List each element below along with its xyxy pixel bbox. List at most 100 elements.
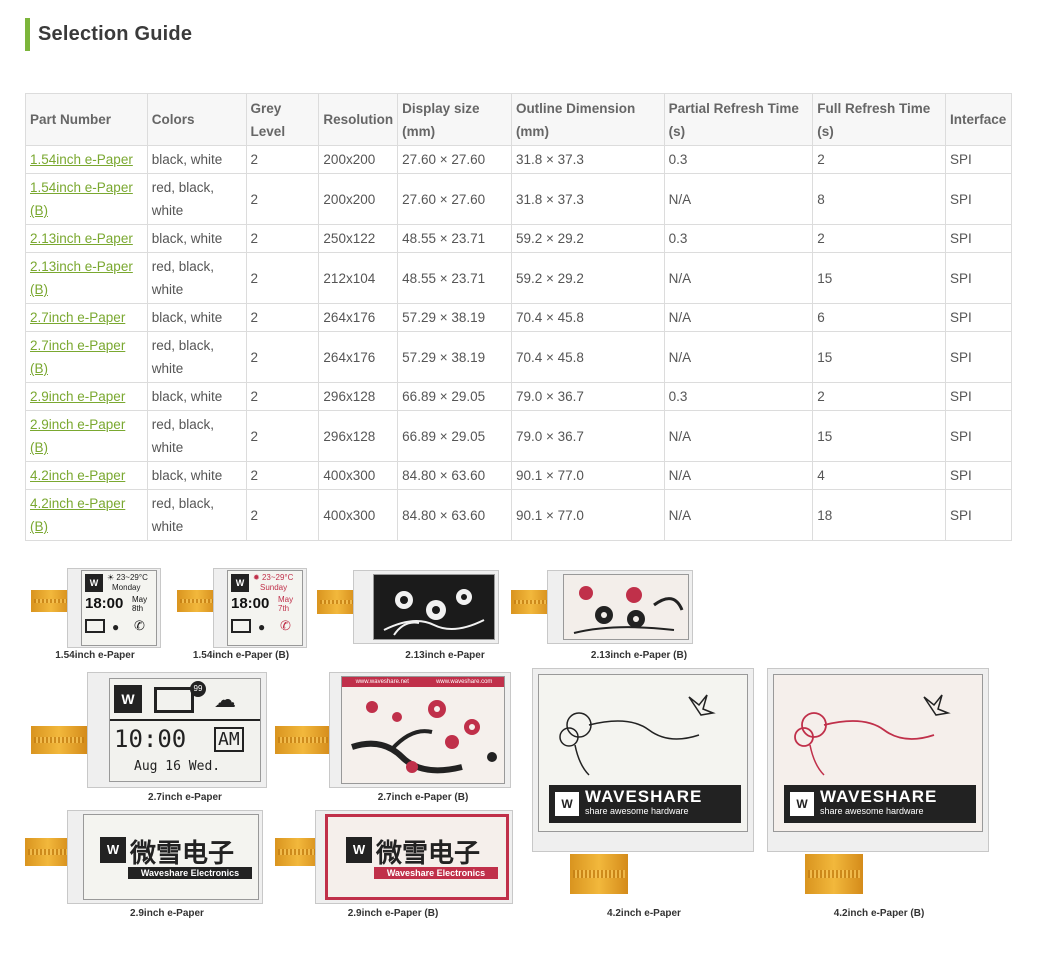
header-full-refresh: Full Refresh Time (s) — [812, 93, 946, 146]
cell-outline: 59.2 × 29.2 — [510, 224, 665, 253]
english-brand-bar: Waveshare Electronics — [128, 867, 252, 879]
cell-partial: 0.3 — [663, 224, 814, 253]
cell-outline: 79.0 × 36.7 — [510, 382, 665, 411]
product-gallery: W ☀ 23~29°C Monday 18:00 May 8th ● ✆ 1.54… — [25, 560, 1015, 940]
time-label: 18:00 — [231, 595, 270, 612]
date-label: May 7th — [278, 595, 294, 613]
cell-interface: SPI — [944, 145, 1013, 174]
cell-part: 4.2inch e-Paper — [25, 461, 148, 490]
epaper-screen — [373, 574, 495, 640]
cell-display-size: 84.80 × 63.60 — [397, 489, 512, 541]
cell-part: 1.54inch e-Paper (B) — [25, 173, 148, 225]
part-link[interactable]: 1.54inch e-Paper — [30, 152, 133, 167]
cell-outline: 90.1 × 77.0 — [510, 489, 665, 541]
cell-display-size: 57.29 × 38.19 — [397, 331, 512, 383]
part-link[interactable]: 2.13inch e-Paper (B) — [30, 259, 133, 297]
day-label: Monday — [112, 583, 141, 592]
cell-outline: 79.0 × 36.7 — [510, 410, 665, 462]
cell-colors: red, black, white — [146, 410, 247, 462]
cell-outline: 70.4 × 45.8 — [510, 303, 665, 332]
cell-display-size: 48.55 × 23.71 — [397, 252, 512, 304]
cell-full: 15 — [812, 331, 946, 383]
cell-outline: 59.2 × 29.2 — [510, 252, 665, 304]
cell-part: 2.7inch e-Paper (B) — [25, 331, 148, 383]
cell-resolution: 200x200 — [318, 173, 399, 225]
phone-icon: ✆ — [134, 618, 145, 633]
table-row: 1.54inch e-Paper black, white 2 200x200 … — [25, 145, 1013, 174]
product-2-7-epaper-b-image: www.waveshare.net www.waveshare.com 2.7in… — [275, 670, 515, 808]
cell-grey: 2 — [245, 410, 320, 462]
cell-grey: 2 — [245, 252, 320, 304]
plum-blossom-illustration — [351, 700, 497, 774]
fpc-cable — [570, 854, 628, 894]
waveshare-logo-icon: W — [114, 685, 142, 713]
cell-part: 1.54inch e-Paper — [25, 145, 148, 174]
cell-grey: 2 — [245, 382, 320, 411]
table-row: 2.13inch e-Paper (B) red, black, white 2 2… — [25, 252, 1013, 304]
part-link[interactable]: 2.7inch e-Paper — [30, 310, 125, 325]
cell-interface: SPI — [944, 173, 1013, 225]
tagline-label: share awesome hardware — [820, 806, 924, 816]
fpc-cable — [31, 726, 87, 754]
cell-resolution: 264x176 — [318, 303, 399, 332]
cell-partial: 0.3 — [663, 382, 814, 411]
wechat-icon: ● — [258, 620, 266, 634]
cell-part: 2.13inch e-Paper (B) — [25, 252, 148, 304]
cell-colors: red, black, white — [146, 173, 247, 225]
phone-icon: ✆ — [280, 618, 291, 633]
cell-full: 2 — [812, 382, 946, 411]
part-link[interactable]: 2.9inch e-Paper (B) — [30, 417, 125, 455]
chinese-brand-label: 微雪电子 — [376, 839, 481, 869]
cell-outline: 90.1 × 77.0 — [510, 461, 665, 490]
epaper-screen: www.waveshare.net www.waveshare.com — [341, 676, 505, 784]
part-link[interactable]: 2.13inch e-Paper — [30, 231, 133, 246]
table-row: 2.13inch e-Paper black, white 2 250x122 … — [25, 224, 1013, 253]
cell-interface: SPI — [944, 410, 1013, 462]
cell-colors: black, white — [146, 303, 247, 332]
cell-grey: 2 — [245, 224, 320, 253]
cell-resolution: 250x122 — [318, 224, 399, 253]
table-header-row: Part Number Colors Grey Level Resolution … — [25, 93, 1013, 146]
epaper-screen: W WAVESHARE share awesome hardware — [538, 674, 748, 832]
caption: 1.54inch e-Paper (B) — [192, 650, 290, 661]
cell-interface: SPI — [944, 489, 1013, 541]
cell-display-size: 57.29 × 38.19 — [397, 303, 512, 332]
cell-partial: N/A — [663, 489, 814, 541]
ampm-label: AM — [214, 727, 244, 752]
epaper-screen: W 99 ☁ 10:00 AM Aug 16 Wed. — [109, 678, 261, 782]
caption: 4.2inch e-Paper — [607, 908, 681, 919]
lotus-flower-illustration — [573, 586, 684, 634]
header-interface: Interface — [944, 93, 1013, 146]
table-row: 2.9inch e-Paper black, white 2 296x128 6… — [25, 382, 1013, 411]
epaper-screen — [563, 574, 689, 640]
part-link[interactable]: 2.9inch e-Paper — [30, 389, 125, 404]
table-row: 4.2inch e-Paper (B) red, black, white 2 40… — [25, 489, 1013, 541]
brand-label: WAVESHARE — [820, 787, 938, 806]
date-label: Aug 16 Wed. — [134, 759, 221, 774]
page-title: Selection Guide — [38, 23, 193, 45]
cell-colors: red, black, white — [146, 331, 247, 383]
cell-resolution: 296x128 — [318, 410, 399, 462]
lotus-flower-illustration — [383, 589, 485, 636]
caption: 2.9inch e-Paper (B) — [347, 908, 439, 919]
part-link[interactable]: 1.54inch e-Paper (B) — [30, 180, 133, 218]
cell-partial: N/A — [663, 410, 814, 462]
header-resolution: Resolution — [318, 93, 399, 146]
brand-label: WAVESHARE — [585, 787, 703, 806]
part-link[interactable]: 4.2inch e-Paper — [30, 468, 125, 483]
cell-part: 4.2inch e-Paper (B) — [25, 489, 148, 541]
cell-full: 4 — [812, 461, 946, 490]
cell-resolution: 296x128 — [318, 382, 399, 411]
cell-outline: 70.4 × 45.8 — [510, 331, 665, 383]
waveshare-logo-icon: W — [231, 574, 249, 592]
cell-grey: 2 — [245, 489, 320, 541]
cell-display-size: 84.80 × 63.60 — [397, 461, 512, 490]
part-link[interactable]: 4.2inch e-Paper (B) — [30, 496, 125, 534]
cell-interface: SPI — [944, 224, 1013, 253]
temp-label: ☀ 23~29°C — [107, 573, 148, 582]
product-4-2-epaper-b-image: W WAVESHARE share awesome hardware 4.2in… — [765, 668, 993, 923]
cell-partial: N/A — [663, 303, 814, 332]
part-link[interactable]: 2.7inch e-Paper (B) — [30, 338, 125, 376]
mail-icon — [231, 619, 251, 633]
waveshare-logo-icon: W — [346, 837, 372, 863]
